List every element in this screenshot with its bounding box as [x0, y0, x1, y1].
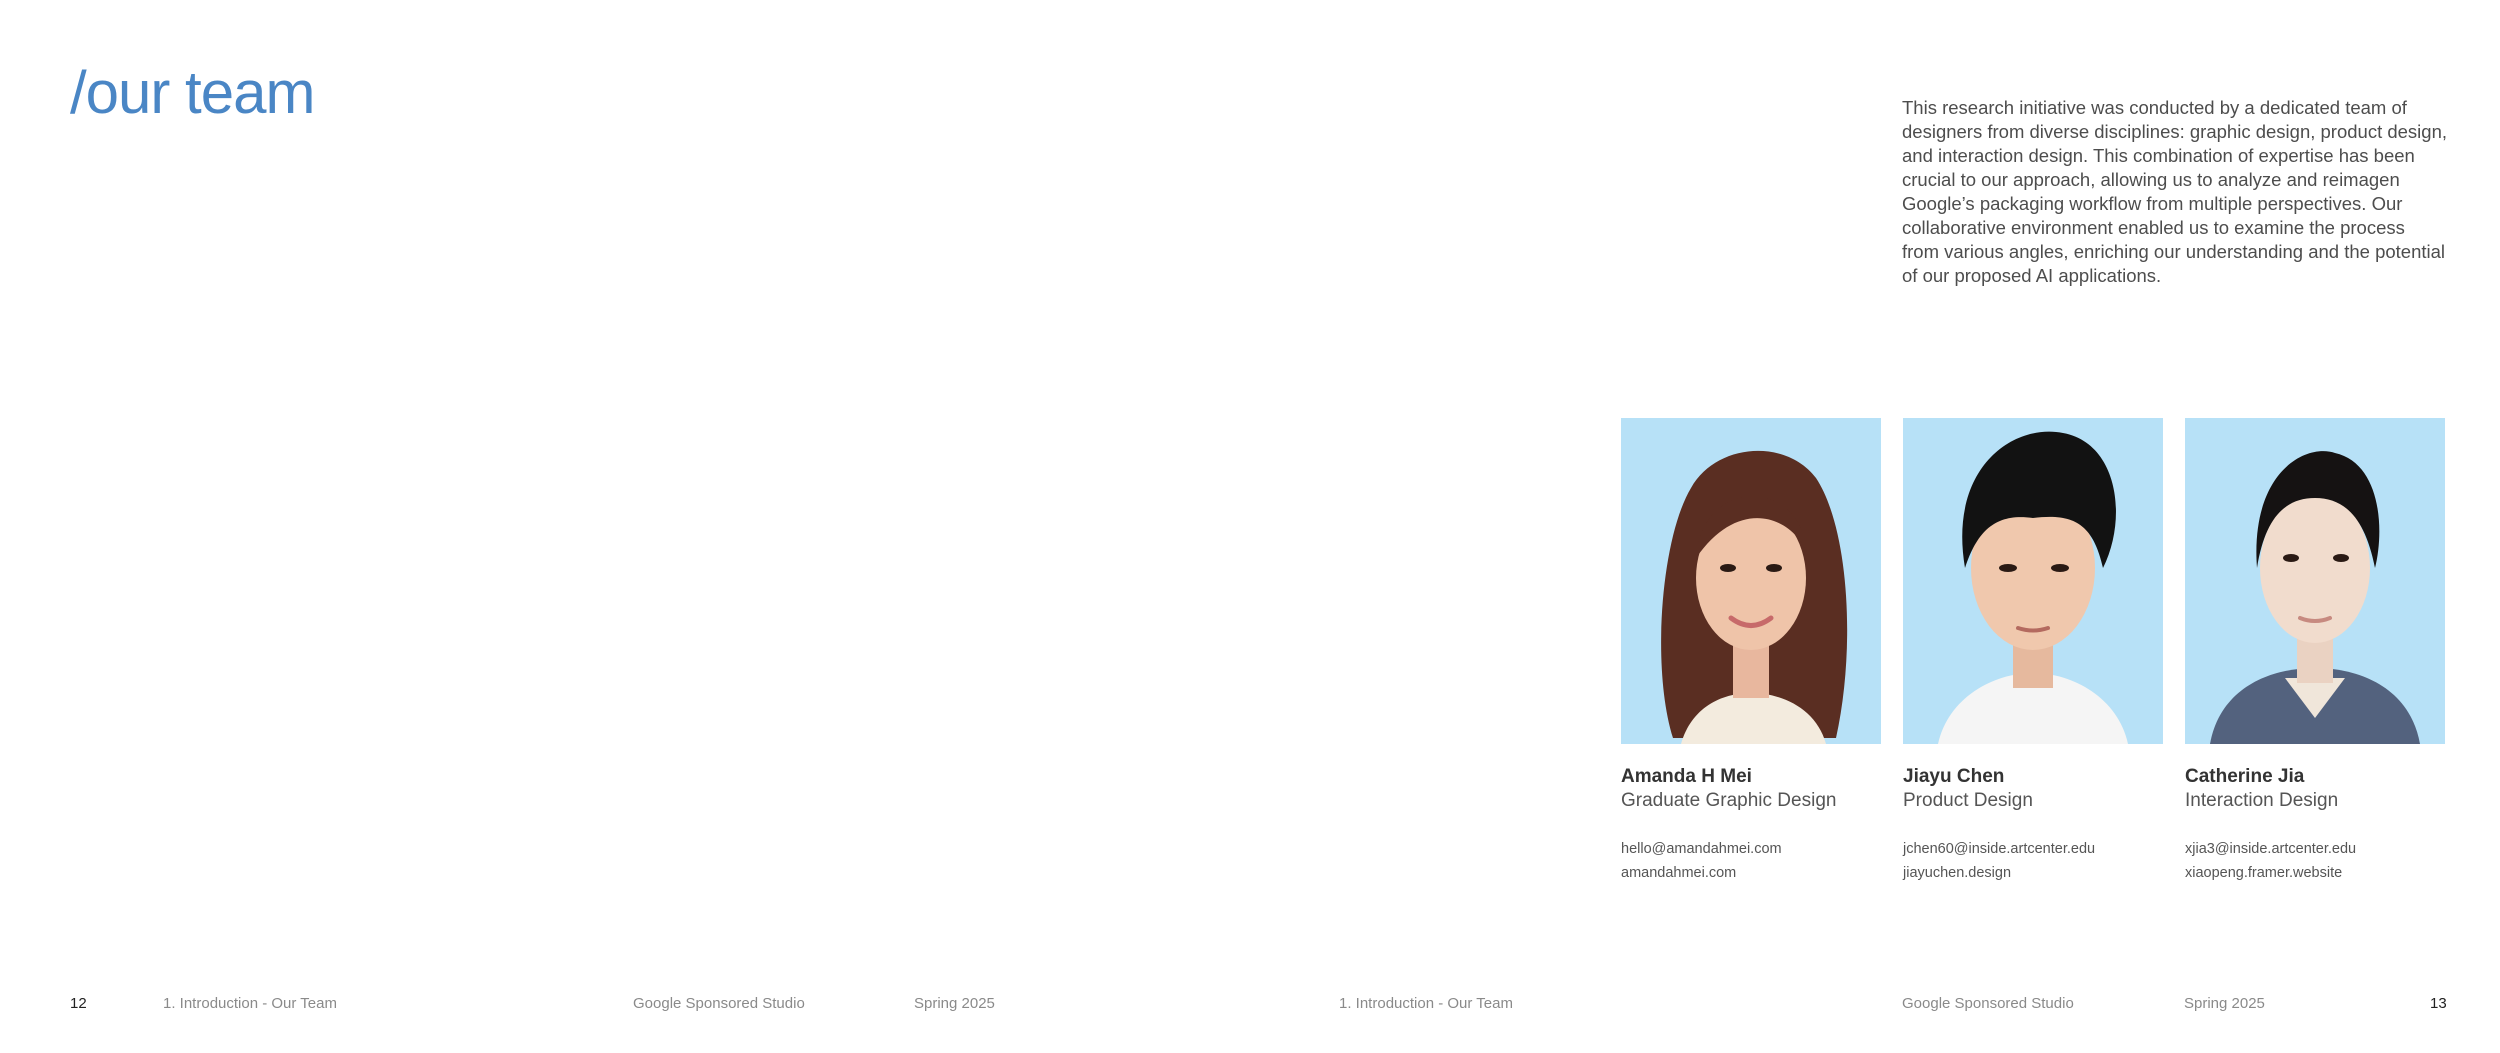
footer-section-right: 1. Introduction - Our Team [1339, 995, 1513, 1012]
member-name: Jiayu Chen [1903, 766, 2005, 787]
page-number-left: 12 [70, 995, 87, 1012]
team-intro-paragraph: This research initiative was conducted b… [1902, 97, 2448, 286]
footer-term-left: Spring 2025 [914, 995, 995, 1012]
footer-term-right: Spring 2025 [2184, 995, 2265, 1012]
member-photo [1621, 418, 1881, 744]
team-grid: Amanda H Mei Graduate Graphic Design hel… [1621, 418, 2447, 888]
page-number-right: 13 [2430, 995, 2447, 1012]
team-member-card: Amanda H Mei Graduate Graphic Design hel… [1621, 418, 1881, 885]
member-email[interactable]: hello@amandahmei.com [1621, 837, 1881, 861]
footer-studio-left: Google Sponsored Studio [633, 995, 805, 1012]
portrait-long-hair [1661, 450, 1848, 744]
member-photo [2185, 418, 2445, 744]
member-email[interactable]: jchen60@inside.artcenter.edu [1903, 837, 2163, 861]
member-name: Catherine Jia [2185, 766, 2305, 787]
member-website[interactable]: jiayuchen.design [1903, 861, 2163, 885]
member-contact: jchen60@inside.artcenter.edu jiayuchen.d… [1903, 837, 2163, 885]
member-photo [1903, 418, 2163, 744]
member-name: Amanda H Mei [1621, 766, 1752, 787]
member-contact: hello@amandahmei.com amandahmei.com [1621, 837, 1881, 885]
member-website[interactable]: xiaopeng.framer.website [2185, 861, 2445, 885]
footer-section-left: 1. Introduction - Our Team [163, 995, 337, 1012]
member-role: Product Design [1903, 790, 2033, 811]
member-role: Interaction Design [2185, 790, 2339, 811]
portrait-tied-hair [2210, 451, 2420, 744]
team-member-card: Catherine Jia Interaction Design xjia3@i… [2185, 418, 2445, 885]
member-email[interactable]: xjia3@inside.artcenter.edu [2185, 837, 2445, 861]
member-role: Graduate Graphic Design [1621, 790, 1837, 811]
member-contact: xjia3@inside.artcenter.edu xiaopeng.fram… [2185, 837, 2445, 885]
portrait-short-hair [1938, 431, 2128, 744]
member-website[interactable]: amandahmei.com [1621, 861, 1881, 885]
team-member-card: Jiayu Chen Product Design jchen60@inside… [1903, 418, 2163, 885]
footer-studio-right: Google Sponsored Studio [1902, 995, 2074, 1012]
page-title: /our team [70, 59, 315, 126]
